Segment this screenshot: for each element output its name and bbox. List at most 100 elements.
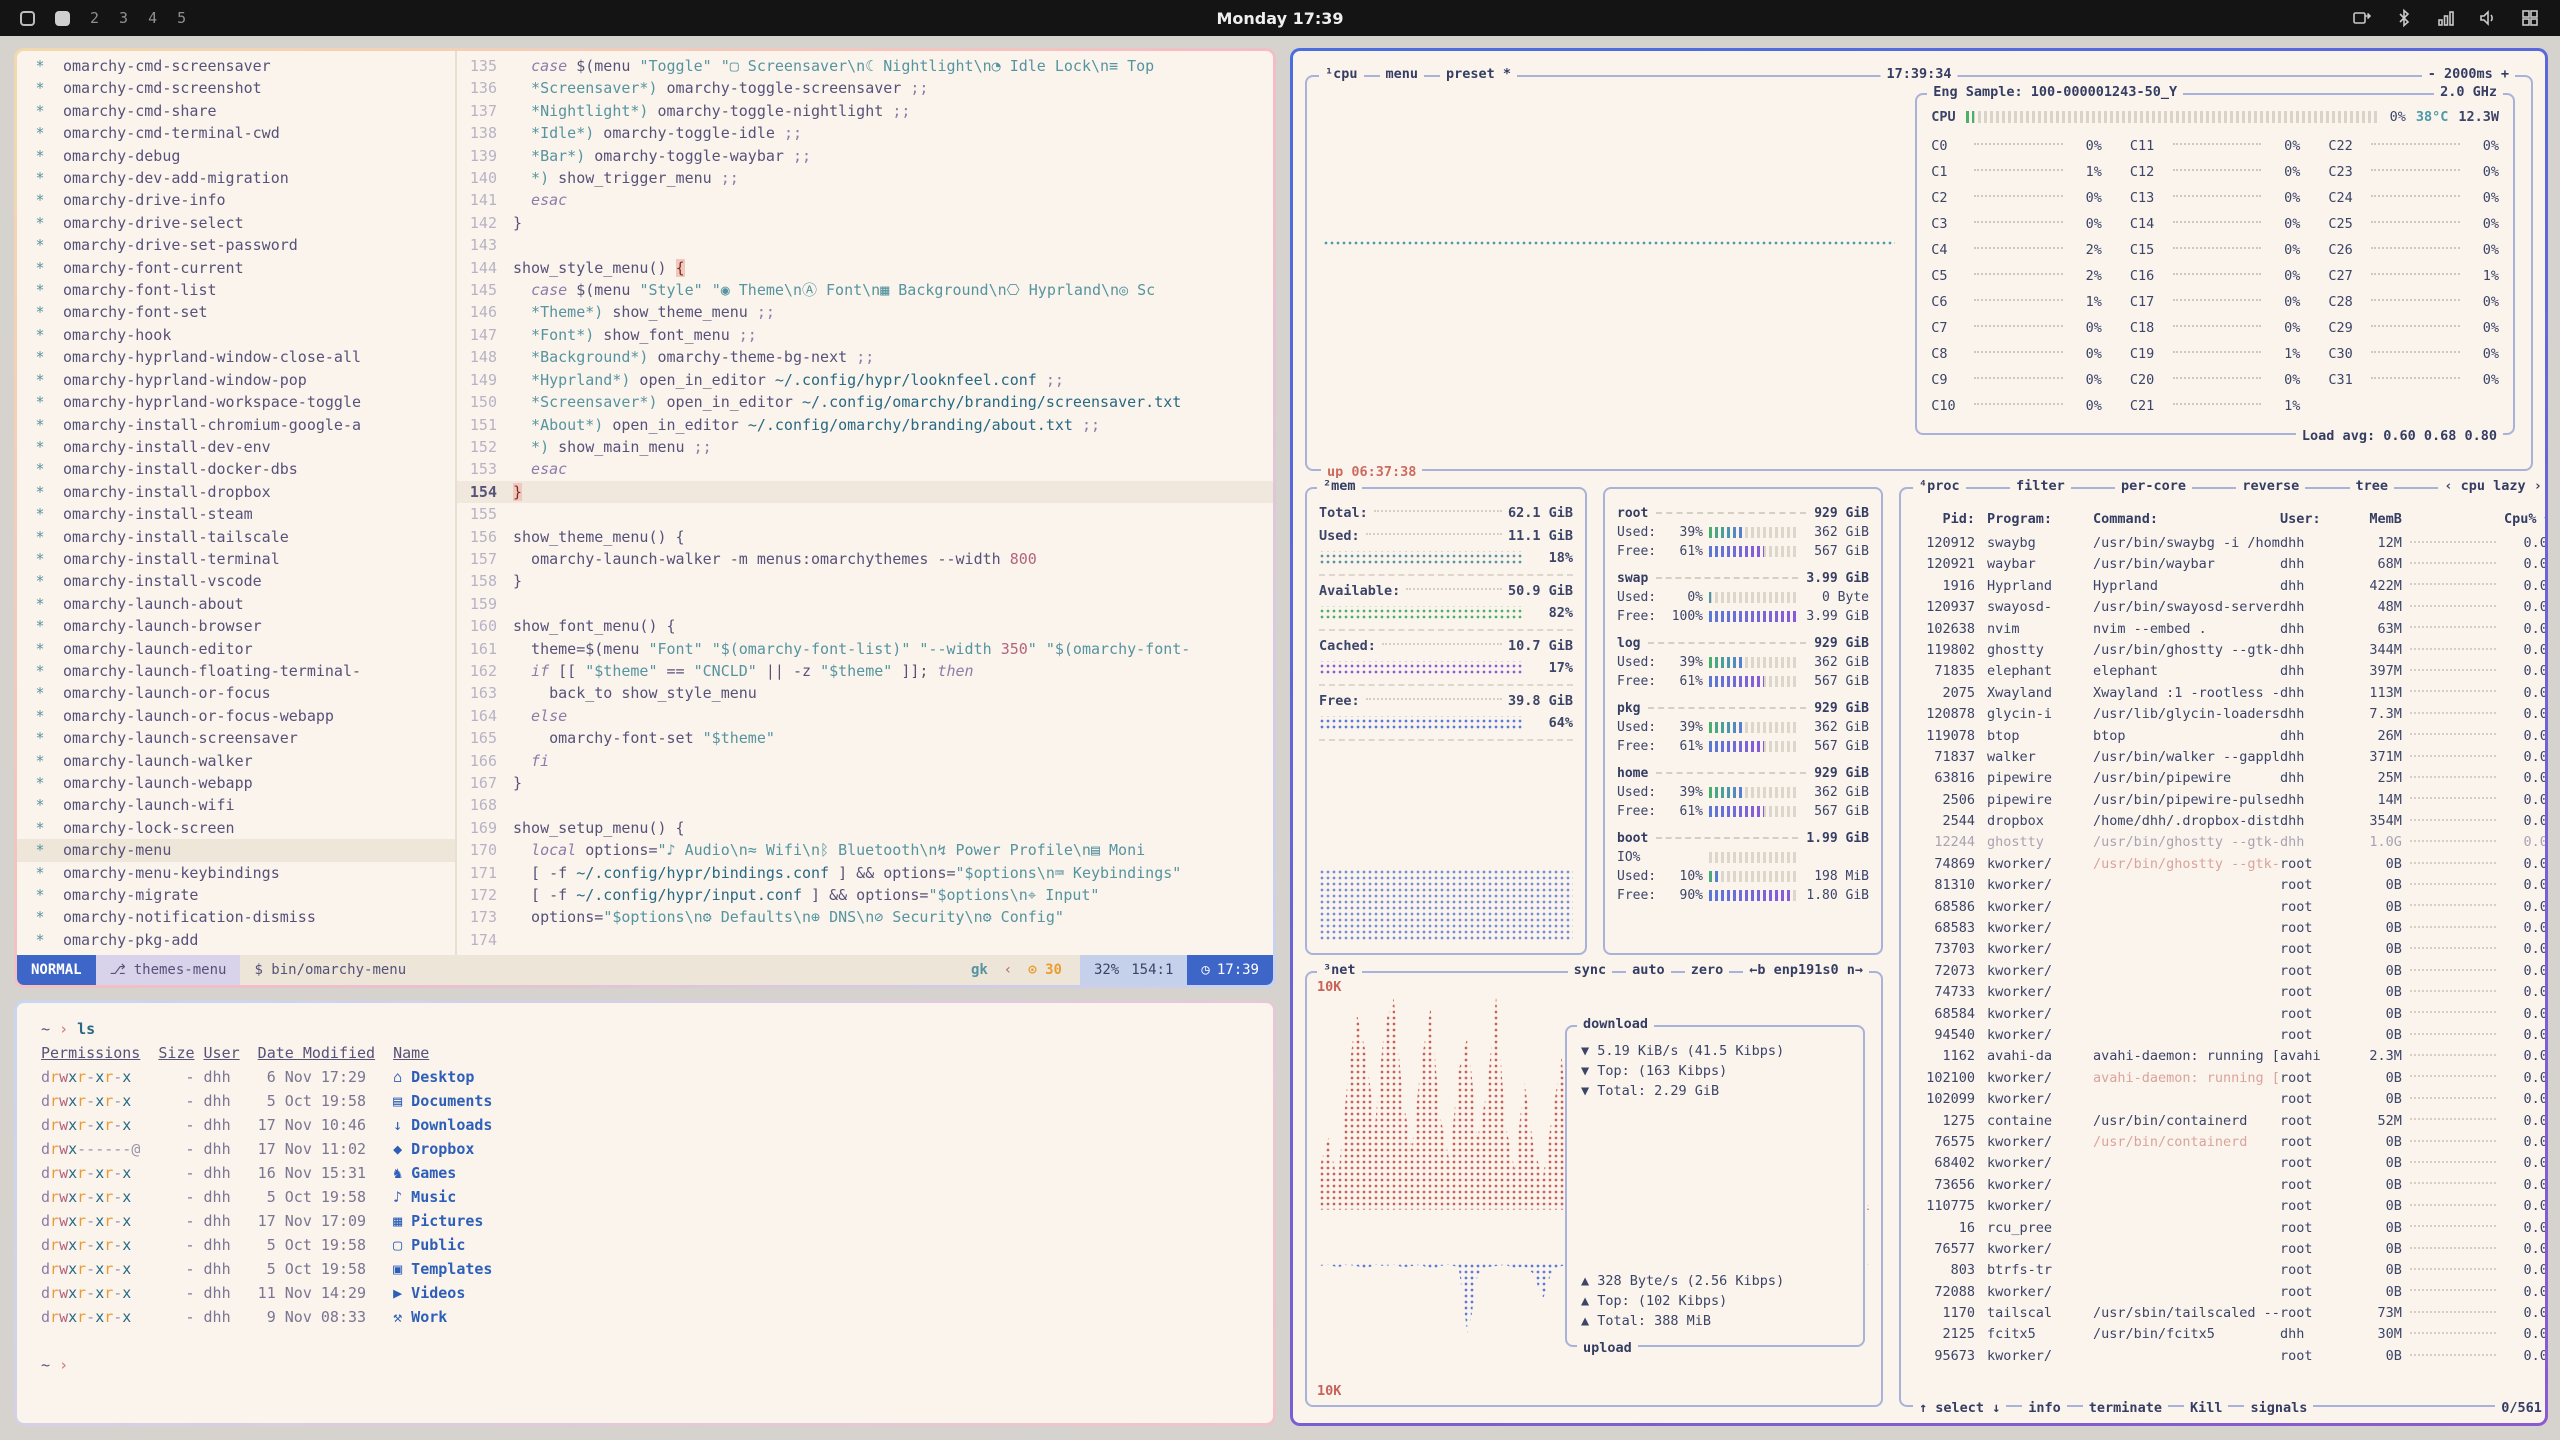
file-item[interactable]: *omarchy-dev-add-migration xyxy=(17,167,455,189)
file-item[interactable]: *omarchy-cmd-screenshot xyxy=(17,77,455,99)
file-item[interactable]: *omarchy-launch-webapp xyxy=(17,772,455,794)
bluetooth-icon[interactable] xyxy=(2394,8,2414,28)
process-row[interactable]: 102099kworker/root0B0.0 xyxy=(1913,1089,2545,1110)
code-line[interactable]: 159 xyxy=(457,593,1273,615)
process-row[interactable]: 2075XwaylandXwayland :1 -rootless -dhh11… xyxy=(1913,683,2545,704)
workspace-3[interactable]: 3 xyxy=(119,9,128,27)
process-row[interactable]: 74869kworker//usr/bin/ghostty --gtk-root… xyxy=(1913,854,2545,875)
code-line[interactable]: 156show_theme_menu() { xyxy=(457,526,1273,548)
file-item[interactable]: *omarchy-hook xyxy=(17,324,455,346)
apps-grid-icon[interactable] xyxy=(2520,8,2540,28)
process-row[interactable]: 68402kworker/root0B0.0 xyxy=(1913,1153,2545,1174)
file-item[interactable]: *omarchy-install-docker-dbs xyxy=(17,458,455,480)
code-line[interactable]: 140 *) show_trigger_menu ;; xyxy=(457,167,1273,189)
tab-cpu[interactable]: ¹cpu xyxy=(1319,66,1364,82)
code-line[interactable]: 142} xyxy=(457,212,1273,234)
code-line[interactable]: 168 xyxy=(457,794,1273,816)
net-zero-button[interactable]: zero xyxy=(1685,962,1730,978)
filter-button[interactable]: filter xyxy=(2010,478,2071,494)
select-keys[interactable]: ↑ select ↓ xyxy=(1913,1400,2006,1416)
file-item[interactable]: *omarchy-cmd-terminal-cwd xyxy=(17,122,455,144)
signals-button[interactable]: signals xyxy=(2244,1400,2313,1416)
io-toggle[interactable]: io xyxy=(1843,487,1871,493)
process-row[interactable]: 1170tailscal/usr/sbin/tailscaled --root7… xyxy=(1913,1303,2545,1324)
net-interface-selector[interactable]: ←b enp191s0 n→ xyxy=(1743,962,1869,978)
process-row[interactable]: 2544dropbox/home/dhh/.dropbox-distdhh354… xyxy=(1913,811,2545,832)
tree-toggle[interactable]: tree xyxy=(2350,478,2395,494)
process-row[interactable]: 76577kworker/root0B0.0 xyxy=(1913,1239,2545,1260)
code-line[interactable]: 153 esac xyxy=(457,458,1273,480)
code-line[interactable]: 136 *Screensaver*) omarchy-toggle-screen… xyxy=(457,77,1273,99)
file-item[interactable]: *omarchy-install-dev-env xyxy=(17,436,455,458)
per-core-toggle[interactable]: per-core xyxy=(2115,478,2192,494)
process-row[interactable]: 1162avahi-daavahi-daemon: running [avahi… xyxy=(1913,1046,2545,1067)
workspace-1-icon[interactable] xyxy=(20,11,35,26)
reverse-toggle[interactable]: reverse xyxy=(2236,478,2305,494)
code-line[interactable]: 160show_font_menu() { xyxy=(457,615,1273,637)
code-line[interactable]: 158} xyxy=(457,570,1273,592)
net-sync-button[interactable]: sync xyxy=(1568,962,1613,978)
code-line[interactable]: 144show_style_menu() { xyxy=(457,257,1273,279)
signal-icon[interactable] xyxy=(2436,8,2456,28)
code-line[interactable]: 152 *) show_main_menu ;; xyxy=(457,436,1273,458)
file-item[interactable]: *omarchy-hyprland-workspace-toggle xyxy=(17,391,455,413)
code-line[interactable]: 163 back_to show_style_menu xyxy=(457,682,1273,704)
file-item[interactable]: *omarchy-cmd-screensaver xyxy=(17,55,455,77)
file-item[interactable]: *omarchy-hyprland-window-pop xyxy=(17,369,455,391)
net-title[interactable]: ³net xyxy=(1317,962,1362,978)
file-item[interactable]: *omarchy-font-current xyxy=(17,257,455,279)
git-branch[interactable]: ⎇ themes-menu xyxy=(96,955,241,985)
col-command[interactable]: Command: xyxy=(2093,511,2280,527)
scroll-up-icon[interactable]: ↑ xyxy=(2542,511,2545,527)
process-row[interactable]: 119078btopbtopdhh26M0.0 xyxy=(1913,726,2545,747)
file-item[interactable]: *omarchy-drive-select xyxy=(17,212,455,234)
diagnostics-count[interactable]: ⊙ 30 xyxy=(1028,962,1062,978)
code-line[interactable]: 169show_setup_menu() { xyxy=(457,817,1273,839)
code-line[interactable]: 165 omarchy-font-set "$theme" xyxy=(457,727,1273,749)
net-auto-button[interactable]: auto xyxy=(1626,962,1671,978)
preset-button[interactable]: preset * xyxy=(1440,66,1517,82)
col-pid[interactable]: Pid: xyxy=(1913,511,1987,527)
file-item[interactable]: *omarchy-install-terminal xyxy=(17,548,455,570)
volume-icon[interactable] xyxy=(2478,8,2498,28)
code-line[interactable]: 166 fi xyxy=(457,750,1273,772)
code-line[interactable]: 155 xyxy=(457,503,1273,525)
file-item[interactable]: *omarchy-launch-floating-terminal- xyxy=(17,660,455,682)
proc-title[interactable]: ⁴proc xyxy=(1913,478,1966,494)
process-row[interactable]: 1916HyprlandHyprlanddhh422M0.0 xyxy=(1913,576,2545,597)
file-item[interactable]: *omarchy-notification-dismiss xyxy=(17,906,455,928)
file-item[interactable]: *omarchy-install-vscode xyxy=(17,570,455,592)
process-row[interactable]: 803btrfs-trroot0B0.0 xyxy=(1913,1260,2545,1281)
col-memb[interactable]: MemB xyxy=(2346,511,2402,527)
file-item[interactable]: *omarchy-debug xyxy=(17,145,455,167)
code-line[interactable]: 135 case $(menu "Toggle" "▢ Screensaver\… xyxy=(457,55,1273,77)
process-row[interactable]: 102100kworker/avahi-daemon: running [roo… xyxy=(1913,1068,2545,1089)
code-line[interactable]: 147 *Font*) show_font_menu ;; xyxy=(457,324,1273,346)
code-line[interactable]: 164 else xyxy=(457,705,1273,727)
sort-selector[interactable]: ‹ cpu lazy › xyxy=(2438,478,2545,494)
kill-button[interactable]: Kill xyxy=(2184,1400,2229,1416)
code-line[interactable]: 154} xyxy=(457,481,1273,503)
disks-title[interactable]: disks xyxy=(1615,487,1666,493)
process-row[interactable]: 74733kworker/root0B0.0 xyxy=(1913,982,2545,1003)
file-item[interactable]: *omarchy-install-tailscale xyxy=(17,526,455,548)
process-row[interactable]: 110775kworker/root0B0.0 xyxy=(1913,1196,2545,1217)
file-item[interactable]: *omarchy-lock-screen xyxy=(17,817,455,839)
process-row[interactable]: 120921waybar/usr/bin/waybardhh68M0.0 xyxy=(1913,554,2545,575)
info-button[interactable]: info xyxy=(2022,1400,2067,1416)
code-line[interactable]: 162 if [[ "$theme" == "CNCLD" || -z "$th… xyxy=(457,660,1273,682)
process-row[interactable]: 120912swaybg/usr/bin/swaybg -i /homdhh12… xyxy=(1913,533,2545,554)
process-row[interactable]: 102638nvimnvim --embed .dhh63M0.0 xyxy=(1913,619,2545,640)
process-row[interactable]: 68584kworker/root0B0.0 xyxy=(1913,1004,2545,1025)
code-line[interactable]: 171 [ -f ~/.config/hypr/bindings.conf ] … xyxy=(457,862,1273,884)
update-interval[interactable]: - 2000ms + xyxy=(2422,66,2515,82)
process-row[interactable]: 94540kworker/root0B0.0 xyxy=(1913,1025,2545,1046)
code-line[interactable]: 167} xyxy=(457,772,1273,794)
file-item[interactable]: *omarchy-drive-set-password xyxy=(17,234,455,256)
process-row[interactable]: 95673kworker/root0B0.0 xyxy=(1913,1346,2545,1367)
code-line[interactable]: 148 *Background*) omarchy-theme-bg-next … xyxy=(457,346,1273,368)
code-line[interactable]: 138 *Idle*) omarchy-toggle-idle ;; xyxy=(457,122,1273,144)
code-line[interactable]: 157 omarchy-launch-walker -m menus:omarc… xyxy=(457,548,1273,570)
workspace-active-icon[interactable] xyxy=(55,11,70,26)
mem-title[interactable]: ²mem xyxy=(1317,478,1362,494)
